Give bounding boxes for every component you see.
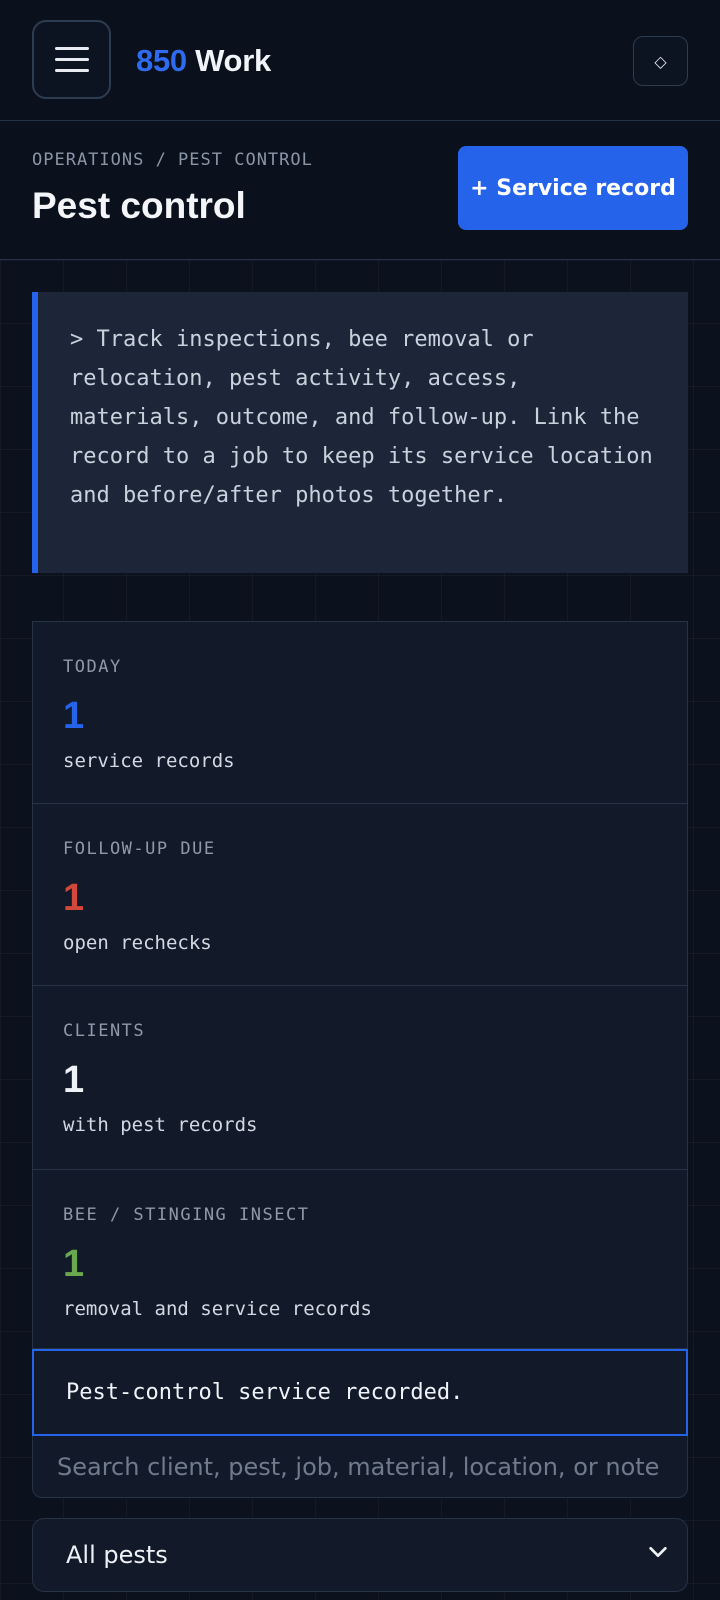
stat-value: 1 (63, 695, 85, 737)
stat-sub: removal and service records (63, 1298, 372, 1320)
stat-follow-up-due: FOLLOW-UP DUE 1 open rechecks (33, 804, 687, 986)
theme-toggle-button[interactable]: ◇ (633, 36, 688, 86)
search-input[interactable] (32, 1436, 688, 1498)
stat-label: TODAY (63, 657, 122, 677)
stat-sub: with pest records (63, 1114, 258, 1136)
menu-button[interactable] (32, 20, 111, 99)
stats-panel: TODAY 1 service records FOLLOW-UP DUE 1 … (32, 621, 688, 1349)
breadcrumb: OPERATIONS / PEST CONTROL (32, 150, 313, 170)
diamond-icon: ◇ (654, 51, 667, 71)
hamburger-icon-line (54, 69, 89, 72)
pest-filter-select[interactable]: All pests (32, 1518, 688, 1592)
page-title: Pest control (32, 185, 246, 226)
stat-label: CLIENTS (63, 1021, 146, 1041)
hamburger-icon-line (54, 47, 89, 50)
hamburger-icon-line (54, 58, 89, 61)
stat-value: 1 (63, 1059, 85, 1101)
brand-number: 850 (136, 43, 187, 78)
top-bar: 850 Work ◇ (0, 0, 720, 121)
brand-logo[interactable]: 850 Work (136, 43, 271, 79)
stat-today: TODAY 1 service records (33, 622, 687, 804)
chevron-down-icon (649, 1546, 667, 1558)
stat-clients: CLIENTS 1 with pest records (33, 986, 687, 1170)
brand-word: Work (195, 43, 271, 78)
stat-sub: service records (63, 750, 235, 772)
stat-label: FOLLOW-UP DUE (63, 839, 216, 859)
stat-bee-stinging-insect: BEE / STINGING INSECT 1 removal and serv… (33, 1170, 687, 1350)
page-header: OPERATIONS / PEST CONTROL Pest control +… (0, 121, 720, 260)
add-service-record-button[interactable]: + Service record (458, 146, 688, 230)
stat-sub: open rechecks (63, 932, 212, 954)
stat-label: BEE / STINGING INSECT (63, 1205, 310, 1225)
status-toast: Pest-control service recorded. (32, 1349, 688, 1436)
pest-filter-value: All pests (66, 1541, 168, 1569)
intro-note: > Track inspections, bee removal or relo… (32, 292, 688, 573)
stat-value: 1 (63, 1243, 85, 1285)
stat-value: 1 (63, 877, 85, 919)
